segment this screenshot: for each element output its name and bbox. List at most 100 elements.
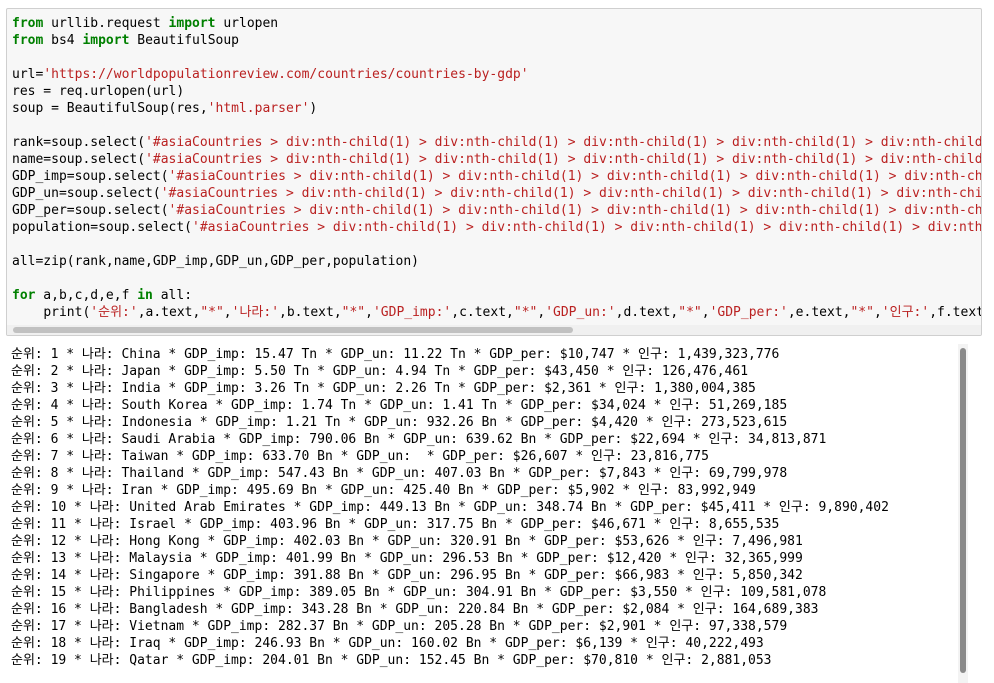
code-text: ,a.text,: [137, 305, 201, 320]
string-literal: 'https://worldpopulationreview.com/count…: [43, 67, 529, 82]
code-text: bs4: [43, 33, 83, 48]
code-text: BeautifulSoup: [129, 33, 239, 48]
string-literal: '#asiaCountries > div:nth-child(1) > div…: [168, 203, 981, 218]
output-line: 순위: 1 * 나라: China * GDP_imp: 15.47 Tn * …: [11, 347, 780, 362]
output-line: 순위: 8 * 나라: Thailand * GDP_imp: 547.43 B…: [11, 466, 788, 481]
output-line: 순위: 9 * 나라: Iran * GDP_imp: 495.69 Bn * …: [11, 483, 756, 498]
output-line: 순위: 17 * 나라: Vietnam * GDP_imp: 282.37 B…: [11, 619, 788, 634]
output-line: 순위: 3 * 나라: India * GDP_imp: 3.26 Tn * G…: [11, 381, 756, 396]
code-text: ,: [873, 305, 882, 320]
output-line: 순위: 10 * 나라: United Arab Emirates * GDP_…: [11, 500, 889, 515]
keyword: from: [12, 16, 44, 31]
string-literal: "*": [678, 305, 702, 320]
code-text: url=: [12, 67, 44, 82]
code-text: ,c.text,: [451, 305, 514, 320]
string-literal: 'GDP_imp:': [372, 305, 452, 320]
string-literal: '나라:': [231, 305, 280, 320]
string-literal: '인구:': [881, 305, 930, 320]
code-line: res = req.urlopen(url): [12, 83, 981, 100]
string-literal: 'html.parser': [207, 101, 310, 116]
output-line: 순위: 5 * 나라: Indonesia * GDP_imp: 1.21 Tn…: [11, 415, 788, 430]
string-literal: '#asiaCountries > div:nth-child(1) > div…: [145, 152, 981, 167]
code-text: name=soup.select(: [12, 152, 146, 167]
code-line: population=soup.select('#asiaCountries >…: [12, 219, 981, 236]
code-text: ,: [537, 305, 546, 320]
keyword: from: [12, 33, 44, 48]
output-line: 순위: 16 * 나라: Bangladesh * GDP_imp: 343.2…: [11, 602, 819, 617]
code-line: url='https://worldpopulationreview.com/c…: [12, 66, 981, 83]
output-line: 순위: 15 * 나라: Philippines * GDP_imp: 389.…: [11, 585, 827, 600]
code-editor[interactable]: from urllib.request import urlopen from …: [12, 15, 981, 321]
string-literal: "*": [200, 305, 224, 320]
code-text: urllib.request: [43, 16, 169, 31]
output-line: 순위: 13 * 나라: Malaysia * GDP_imp: 401.99 …: [11, 551, 803, 566]
code-line: GDP_un=soup.select('#asiaCountries > div…: [12, 185, 981, 202]
code-line: GDP_imp=soup.select('#asiaCountries > di…: [12, 168, 981, 185]
string-literal: '순위:': [90, 305, 138, 320]
vertical-scrollbar[interactable]: [958, 344, 968, 683]
output-line: 순위: 2 * 나라: Japan * GDP_imp: 5.50 Tn * G…: [11, 364, 749, 379]
code-text: ,e.text,: [787, 305, 851, 320]
output-line: 순위: 18 * 나라: Iraq * GDP_imp: 246.93 Bn *…: [11, 636, 764, 651]
output-line: 순위: 4 * 나라: South Korea * GDP_imp: 1.74 …: [11, 398, 788, 413]
code-line: print('순위:',a.text,"*",'나라:',b.text,"*",…: [12, 304, 981, 321]
keyword: for: [12, 288, 36, 303]
code-text: ,d.text,: [615, 305, 679, 320]
code-text: ,f.text): [929, 305, 981, 320]
code-text: res = req.urlopen(url): [12, 84, 185, 99]
code-text: GDP_un=soup.select(: [12, 186, 161, 201]
string-literal: '#asiaCountries > div:nth-child(1) > div…: [160, 186, 981, 201]
code-line: from bs4 import BeautifulSoup: [12, 32, 981, 49]
code-text: a,b,c,d,e,f: [35, 288, 138, 303]
string-literal: 'GDP_un:': [545, 305, 616, 320]
keyword: import: [82, 33, 130, 48]
string-literal: 'GDP_per:': [709, 305, 788, 320]
code-cell-output: 순위: 1 * 나라: China * GDP_imp: 15.47 Tn * …: [6, 344, 982, 683]
code-cell-input[interactable]: from urllib.request import urlopen from …: [6, 8, 982, 336]
string-literal: "*": [850, 305, 874, 320]
code-line: all=zip(rank,name,GDP_imp,GDP_un,GDP_per…: [12, 253, 981, 270]
output-line: 순위: 6 * 나라: Saudi Arabia * GDP_imp: 790.…: [11, 432, 827, 447]
code-text: ,b.text,: [279, 305, 342, 320]
keyword: import: [168, 16, 216, 31]
horizontal-scrollbar-thumb[interactable]: [13, 327, 573, 333]
code-text: all=zip(rank,name,GDP_imp,GDP_un,GDP_per…: [12, 254, 419, 269]
string-literal: "*": [341, 305, 366, 320]
code-text: GDP_per=soup.select(: [12, 203, 169, 218]
code-text: GDP_imp=soup.select(: [12, 169, 169, 184]
code-text: ,: [365, 305, 373, 320]
output-line: 순위: 7 * 나라: Taiwan * GDP_imp: 633.70 Bn …: [11, 449, 709, 464]
vertical-scrollbar-thumb[interactable]: [960, 348, 966, 673]
code-line: name=soup.select('#asiaCountries > div:n…: [12, 151, 981, 168]
code-line: soup = BeautifulSoup(res,'html.parser'): [12, 100, 981, 117]
code-text: ,: [223, 305, 232, 320]
string-literal: "*": [513, 305, 538, 320]
output-line: 순위: 19 * 나라: Qatar * GDP_imp: 204.01 Bn …: [11, 653, 772, 668]
code-text: urlopen: [215, 16, 279, 31]
output-line: 순위: 14 * 나라: Singapore * GDP_imp: 391.88…: [11, 568, 803, 583]
code-text: all:: [152, 288, 193, 303]
code-text: ,: [701, 305, 710, 320]
code-text: print(: [43, 305, 91, 320]
string-literal: '#asiaCountries > div:nth-child(1) > div…: [145, 135, 981, 150]
code-line: for a,b,c,d,e,f in all:: [12, 287, 981, 304]
code-text: soup = BeautifulSoup(res,: [12, 101, 208, 116]
horizontal-scrollbar[interactable]: [7, 325, 981, 335]
code-line: from urllib.request import urlopen: [12, 15, 981, 32]
keyword: in: [137, 288, 153, 303]
string-literal: '#asiaCountries > div:nth-child(1) > div…: [192, 220, 981, 235]
string-literal: '#asiaCountries > div:nth-child(1) > div…: [168, 169, 981, 184]
output-line: 순위: 11 * 나라: Israel * GDP_imp: 403.96 Bn…: [11, 517, 780, 532]
output-line: 순위: 12 * 나라: Hong Kong * GDP_imp: 402.03…: [11, 534, 803, 549]
code-line: rank=soup.select('#asiaCountries > div:n…: [12, 134, 981, 151]
code-line: GDP_per=soup.select('#asiaCountries > di…: [12, 202, 981, 219]
code-text: rank=soup.select(: [12, 135, 146, 150]
code-text: ): [309, 101, 318, 116]
output-text-area: 순위: 1 * 나라: China * GDP_imp: 15.47 Tn * …: [11, 346, 952, 683]
code-text: population=soup.select(: [12, 220, 193, 235]
